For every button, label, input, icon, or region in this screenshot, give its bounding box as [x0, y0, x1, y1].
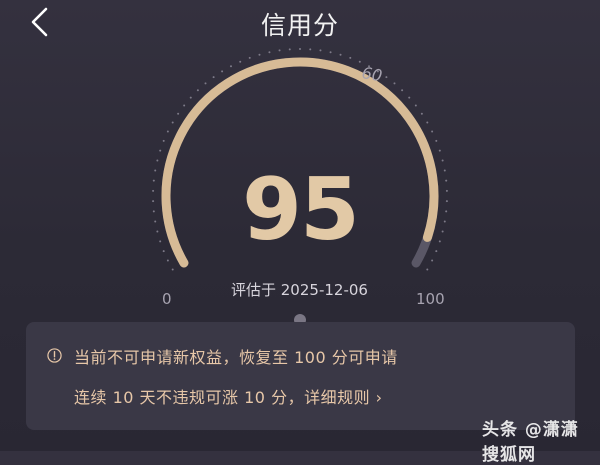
gauge-tick — [183, 104, 186, 107]
gauge-tick — [159, 149, 162, 152]
estimate-date: 评估于 2025-12-06 — [231, 281, 368, 299]
gauge-min-label: 0 — [162, 290, 172, 308]
gauge-max-label: 100 — [416, 290, 445, 308]
gauge-tick — [229, 65, 232, 68]
gauge-tick — [189, 96, 192, 99]
gauge-tick — [426, 121, 429, 124]
gauge-tick — [435, 139, 438, 142]
gauge-tick — [166, 130, 169, 133]
gauge-tick — [239, 60, 242, 63]
gauge-tick — [349, 56, 352, 59]
gauge-tick — [288, 48, 291, 51]
gauge-tick — [278, 49, 281, 52]
gauge-tick — [393, 82, 396, 85]
gauge-tick — [414, 104, 417, 107]
gauge-tick — [258, 53, 261, 56]
gauge-tick — [299, 48, 301, 50]
gauge-tick — [204, 82, 207, 85]
gauge-tick — [438, 149, 441, 152]
notice-line-1: 当前不可申请新权益，恢复至 100 分可申请 — [74, 348, 398, 367]
rules-link[interactable]: 连续 10 天不违规可涨 10 分，详细规则 › — [74, 384, 383, 408]
gauge-tick — [268, 51, 271, 54]
gauge-tick — [431, 130, 434, 133]
gauge-tick — [401, 89, 404, 92]
gauge-tick — [339, 53, 342, 56]
info-icon — [47, 348, 62, 363]
gauge-tick — [171, 121, 174, 124]
credit-score-value: 95 — [242, 160, 360, 260]
gauge-tick — [248, 56, 251, 59]
notice-card: 当前不可申请新权益，恢复至 100 分可申请 连续 10 天不违规可涨 10 分… — [26, 322, 575, 430]
gauge-tick — [420, 112, 423, 115]
gauge-tick — [426, 268, 429, 271]
gauge-tick — [177, 112, 180, 115]
gauge-tick — [408, 96, 411, 99]
gauge-tick — [385, 76, 388, 79]
gauge-tick — [319, 49, 322, 52]
gauge-tick — [212, 76, 215, 79]
gauge-tick — [171, 268, 174, 271]
gauge-tick — [309, 48, 312, 51]
gauge-tick — [358, 60, 361, 63]
gauge-tick — [329, 51, 332, 54]
gauge-tick — [162, 139, 165, 142]
gauge-tick — [221, 70, 224, 73]
gauge-marker-label: 60 — [360, 63, 383, 85]
watermark-text: 头条 @潇潇 搜狐网 — [482, 420, 579, 465]
gauge-tick — [196, 89, 199, 92]
